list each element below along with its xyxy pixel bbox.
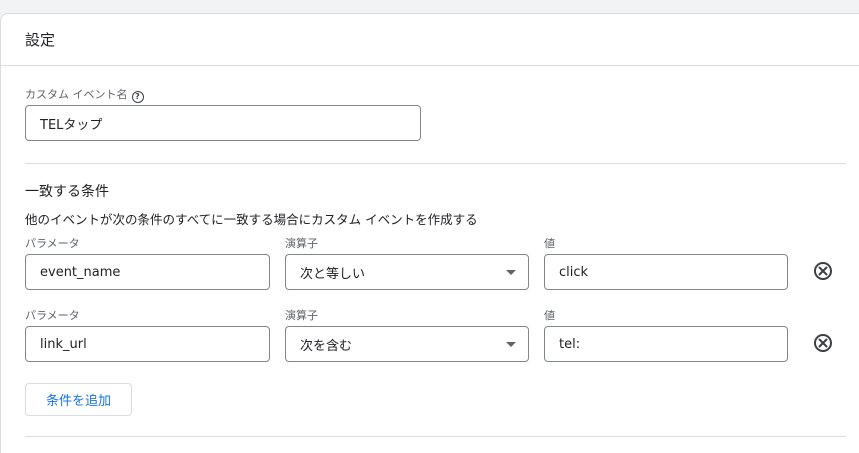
help-icon[interactable]: ? — [131, 91, 144, 103]
value-input[interactable]: click — [544, 254, 788, 290]
settings-card: 設定 カスタム イベント名? TELタップ 一致する条件 他のイベントが次の条件… — [0, 13, 859, 453]
card-title: 設定 — [25, 31, 56, 49]
custom-event-name-label: カスタム イベント名? — [25, 88, 144, 103]
value-label: 値 — [544, 237, 555, 250]
cancel-circle-icon — [818, 338, 828, 348]
operator-label: 演算子 — [285, 237, 318, 250]
value-label: 値 — [544, 309, 555, 322]
value-input[interactable]: tel: — [544, 326, 788, 362]
bottom-divider — [25, 436, 846, 437]
parameter-input[interactable]: link_url — [25, 326, 270, 362]
operator-label: 演算子 — [285, 309, 318, 322]
conditions-title: 一致する条件 — [25, 184, 109, 200]
add-condition-button[interactable]: 条件を追加 — [25, 383, 132, 416]
remove-condition-button[interactable] — [814, 334, 832, 352]
custom-event-name-input[interactable]: TELタップ — [25, 105, 421, 141]
arrow-drop-down-icon — [506, 270, 516, 275]
operator-select[interactable]: 次を含む — [285, 326, 529, 362]
parameter-label: パラメータ — [25, 237, 80, 250]
header-divider — [1, 65, 859, 66]
conditions-description: 他のイベントが次の条件のすべてに一致する場合にカスタム イベントを作成する — [25, 212, 478, 227]
parameter-input[interactable]: event_name — [25, 254, 270, 290]
arrow-drop-down-icon — [506, 342, 516, 347]
parameter-label: パラメータ — [25, 309, 80, 322]
remove-condition-button[interactable] — [814, 262, 832, 280]
section-divider — [25, 163, 846, 164]
cancel-circle-icon — [818, 266, 828, 276]
operator-select[interactable]: 次と等しい — [285, 254, 529, 290]
